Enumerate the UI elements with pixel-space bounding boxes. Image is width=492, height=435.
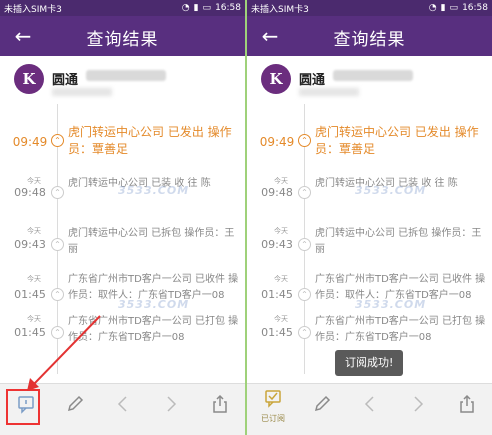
event-time: 01:45 — [261, 288, 293, 301]
event-day: 今天 — [27, 227, 41, 235]
event-text: 虎门转运中心公司 已拆包 操作员：王丽 — [315, 228, 482, 255]
timeline-line — [57, 314, 58, 374]
event-day: 今天 — [274, 275, 288, 283]
event-text: 虎门转运中心公司 已发出 操作员：覃善足 — [68, 125, 232, 156]
status-time: 16:58 — [462, 3, 488, 13]
event-text: 广东省广州市TD客户一公司 已打包 操作员：广东省TD客户一08 — [315, 316, 486, 343]
event-day: 今天 — [27, 275, 41, 283]
next-button[interactable] — [401, 394, 435, 428]
page-title: 查询结果 — [86, 30, 159, 50]
event-time: 09:49 — [259, 135, 295, 149]
event-time: 09:43 — [14, 238, 46, 251]
signal-icon: ▮ — [193, 3, 199, 13]
blurred-detail — [52, 88, 112, 96]
status-bar: 未插入SIM卡3 ◔ ▮ ▭ 16:58 — [0, 0, 245, 16]
chevron-up-icon: ⌃ — [298, 134, 311, 147]
timeline-event: 09:49 ⌃ 虎门转运中心公司 已发出 操作员：覃善足 — [247, 104, 492, 164]
edit-button[interactable] — [58, 394, 92, 428]
wifi-icon: ◔ — [428, 3, 437, 13]
tracking-number: 88888888888 — [333, 70, 413, 81]
toast-message: 订阅成功! — [335, 350, 404, 376]
bottom-toolbar: 已订阅 — [247, 383, 492, 435]
status-bar: 未插入SIM卡3 ◔ ▮ ▭ 16:58 — [247, 0, 492, 16]
event-time: 01:45 — [14, 288, 46, 301]
event-day: 今天 — [274, 177, 288, 185]
company-logo: K — [14, 64, 44, 94]
status-icons: ◔ ▮ ▭ — [182, 3, 211, 13]
chevron-up-icon: ⌃ — [51, 238, 64, 251]
event-time: 09:43 — [261, 238, 293, 251]
chevron-up-icon: ⌃ — [298, 326, 311, 339]
share-icon — [213, 394, 227, 413]
event-text: 虎门转运中心公司 已发出 操作员：覃善足 — [315, 125, 479, 156]
event-day: 今天 — [274, 227, 288, 235]
chevron-right-icon — [414, 396, 424, 412]
event-text: 虎门转运中心公司 已拆包 操作员：王丽 — [68, 228, 235, 255]
watermark: 3533.COM — [355, 298, 427, 311]
event-time: 09:48 — [14, 186, 46, 199]
company-name: 圆通 — [299, 73, 326, 88]
chevron-up-icon: ⌃ — [298, 186, 311, 199]
wifi-icon: ◔ — [181, 3, 190, 13]
chevron-up-icon: ⌃ — [51, 288, 64, 301]
carrier-label: 未插入SIM卡3 — [251, 4, 309, 15]
blurred-detail — [299, 88, 359, 96]
event-time: 01:45 — [14, 326, 46, 339]
chevron-up-icon: ⌃ — [51, 186, 64, 199]
status-time: 16:58 — [215, 3, 241, 13]
page-title: 查询结果 — [333, 30, 406, 50]
event-time: 09:48 — [261, 186, 293, 199]
pencil-icon — [314, 395, 331, 412]
previous-button[interactable] — [353, 394, 387, 428]
battery-icon: ▭ — [449, 3, 459, 13]
watermark: 3533.COM — [118, 298, 190, 311]
share-button[interactable] — [450, 394, 484, 428]
chevron-up-icon: ⌃ — [298, 288, 311, 301]
battery-icon: ▭ — [202, 3, 212, 13]
tracking-number: 88888888888 — [86, 70, 166, 81]
subscribe-check-icon — [265, 390, 281, 408]
chevron-up-icon: ⌃ — [298, 238, 311, 251]
company-header: K 圆通 88888888888 — [0, 60, 245, 102]
title-bar: ← 查询结果 — [0, 16, 245, 56]
event-time: 01:45 — [261, 326, 293, 339]
carrier-label: 未插入SIM卡3 — [4, 4, 62, 15]
share-icon — [460, 394, 474, 413]
timeline-event: 09:49 ⌃ 虎门转运中心公司 已发出 操作员：覃善足 — [0, 104, 245, 164]
watermark: 3533.COM — [355, 184, 427, 197]
next-button[interactable] — [154, 394, 188, 428]
highlight-box — [6, 389, 40, 425]
chevron-up-icon: ⌃ — [51, 326, 64, 339]
company-header: K 圆通 88888888888 — [247, 60, 492, 102]
screen-after-subscribe: 未插入SIM卡3 ◔ ▮ ▭ 16:58 ← 查询结果 K 圆通 8888888… — [247, 0, 492, 435]
company-name: 圆通 — [52, 73, 79, 88]
title-bar: ← 查询结果 — [247, 16, 492, 56]
event-day: 今天 — [27, 177, 41, 185]
previous-button[interactable] — [106, 394, 140, 428]
event-time: 09:49 — [12, 135, 48, 149]
subscribed-button[interactable]: 已订阅 — [256, 388, 290, 423]
subscribed-label: 已订阅 — [261, 414, 285, 423]
screen-before-subscribe: 未插入SIM卡3 ◔ ▮ ▭ 16:58 ← 查询结果 K 圆通 8888888… — [0, 0, 245, 435]
share-button[interactable] — [203, 394, 237, 428]
event-text: 广东省广州市TD客户一公司 已打包 操作员：广东省TD客户一08 — [68, 316, 239, 343]
company-logo: K — [261, 64, 291, 94]
chevron-left-icon — [364, 396, 374, 412]
pencil-icon — [67, 395, 84, 412]
chevron-right-icon — [167, 396, 177, 412]
signal-icon: ▮ — [440, 3, 446, 13]
edit-button[interactable] — [305, 394, 339, 428]
chevron-up-icon: ⌃ — [51, 134, 64, 147]
chevron-left-icon — [117, 396, 127, 412]
event-day: 今天 — [274, 315, 288, 323]
watermark: 3533.COM — [118, 184, 190, 197]
status-icons: ◔ ▮ ▭ — [429, 3, 458, 13]
event-day: 今天 — [27, 315, 41, 323]
timeline-line — [304, 314, 305, 374]
timeline-event: 今天 01:45 ⌃ 广东省广州市TD客户一公司 已打包 操作员：广东省TD客户… — [0, 314, 245, 374]
